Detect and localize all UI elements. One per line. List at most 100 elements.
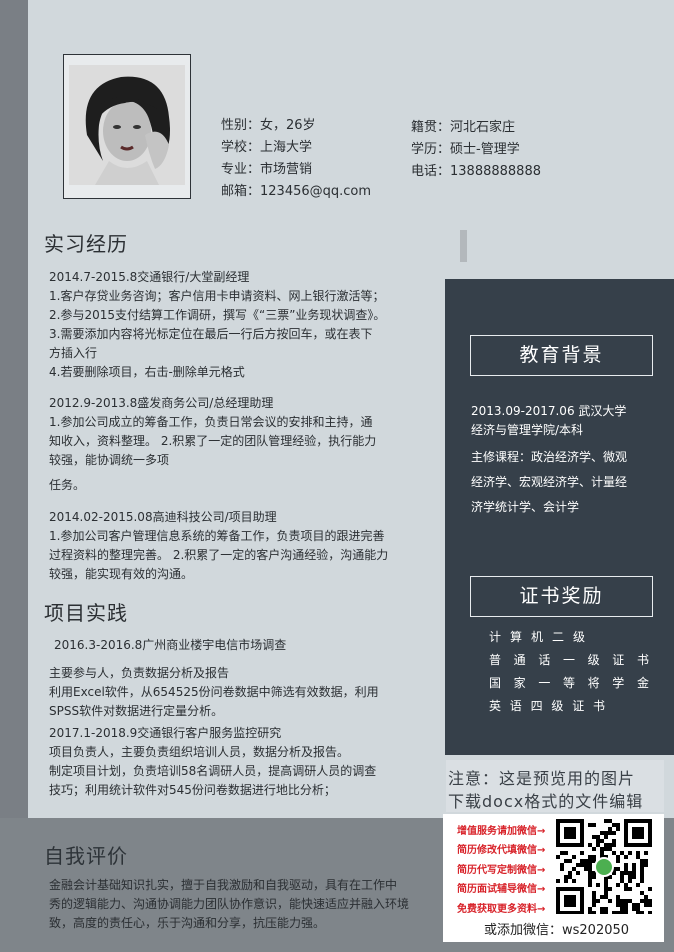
qr-module (604, 891, 608, 895)
qr-module (628, 875, 632, 879)
qr-module (612, 839, 616, 843)
qr-module (572, 855, 576, 859)
qr-module (596, 843, 600, 847)
entry-line: 方插入行 (49, 346, 98, 360)
qr-module (588, 907, 592, 911)
promo-item[interactable]: 简历代写定制微信→ (457, 861, 545, 876)
qr-module (556, 855, 560, 859)
qr-module (576, 871, 580, 875)
qr-module (640, 899, 644, 903)
self-eval-line: 金融会计基础知识扎实，擅于自我激励和自我驱动，具有在工作中 (49, 878, 398, 892)
certificate-item: 国家一等将学金 (489, 676, 649, 690)
qr-module (588, 883, 592, 887)
certificates-title: 证书奖励 (470, 576, 653, 617)
qr-module (644, 863, 648, 867)
qr-module (584, 867, 588, 871)
certificates-list: 计算机二级 普通话一级证书 国家一等将学金 英语四级证书 (489, 626, 649, 718)
internship-entry-1: 2014.7-2015.8交通银行/大堂副经理 1.客户存贷业务咨询；客户信用卡… (49, 268, 433, 382)
qr-module (620, 851, 624, 855)
entry-line: 3.需要添加内容将光标定位在最后一行后方按回车，或在表下 (49, 327, 373, 341)
qr-module (628, 879, 632, 883)
qr-module (600, 831, 604, 835)
qr-module (644, 859, 648, 863)
qr-module (600, 847, 604, 851)
qr-code-image (556, 819, 652, 915)
major: 专业：市场营销 (221, 162, 313, 177)
profile-photo (69, 65, 185, 185)
entry-line: 1.参加公司客户管理信息系统的筹备工作，负责项目的跟进完善 (49, 529, 385, 543)
qr-module (580, 851, 584, 855)
qr-module (572, 879, 576, 883)
qr-module (620, 875, 624, 879)
qr-module (592, 847, 596, 851)
qr-module (604, 879, 608, 883)
qr-module (604, 847, 608, 851)
qr-module (612, 823, 616, 827)
qr-module (640, 863, 644, 867)
email: 邮箱：123456@qq.com (221, 184, 372, 199)
qr-module (596, 839, 600, 843)
qr-module (612, 831, 616, 835)
preview-notice-line-1: 注意：这是预览用的图片 (448, 769, 636, 788)
qr-module (564, 851, 568, 855)
promo-item[interactable]: 简历面试辅导微信→ (457, 880, 545, 895)
accent-bar (460, 230, 467, 262)
school: 学校：上海大学 (221, 140, 313, 155)
qr-module (564, 875, 568, 879)
promo-item[interactable]: 免费获取更多资料→ (457, 900, 545, 915)
qr-finder (564, 895, 576, 907)
certificate-item: 计算机二级 (489, 630, 585, 644)
qr-module (608, 899, 612, 903)
qr-module (628, 871, 632, 875)
qr-module (616, 827, 620, 831)
qr-module (632, 875, 636, 879)
qr-code (556, 819, 652, 915)
qr-module (616, 883, 620, 887)
qr-module (596, 883, 600, 887)
qr-module (624, 871, 628, 875)
qr-module (644, 895, 648, 899)
self-eval-body: 金融会计基础知识扎实，擅于自我激励和自我驱动，具有在工作中 秀的逻辑能力、沟通协… (49, 876, 469, 933)
qr-module (616, 855, 620, 859)
promo-item[interactable]: 简历修改代填微信→ (457, 841, 545, 856)
qr-module (612, 851, 616, 855)
entry-line: 主要参与人，负责数据分析及报告 (49, 666, 230, 680)
qr-module (588, 855, 592, 859)
qr-module (640, 871, 644, 875)
qr-module (576, 863, 580, 867)
qr-module (604, 907, 608, 911)
qr-module (560, 867, 564, 871)
qr-module (592, 899, 596, 903)
qr-module (628, 899, 632, 903)
qr-module (592, 903, 596, 907)
qr-module (604, 843, 608, 847)
qr-module (592, 875, 596, 879)
qr-module (624, 855, 628, 859)
personal-info-left: 性别：女，26岁 学校：上海大学 专业：市场营销 邮箱：123456@qq.co… (221, 115, 371, 203)
profile-photo-illustration (69, 65, 185, 185)
qr-module (604, 887, 608, 891)
entry-line: 1.参加公司成立的筹备工作，负责日常会议的安排和主持，通 (49, 415, 373, 429)
internship-entry-3: 2014.02-2015.08高迪科技公司/项目助理 1.参加公司客户管理信息系… (49, 508, 433, 584)
qr-module (556, 879, 560, 883)
self-eval-line: 致，高度的责任心，乐于沟通和分享，抗压能力强。 (49, 916, 326, 930)
qr-module (636, 851, 640, 855)
qr-module (636, 883, 640, 887)
entry-line: 利用Excel软件，从654525份问卷数据中筛选有效数据，利用 (49, 685, 379, 699)
qr-module (648, 887, 652, 891)
entry-line: 技巧；利用统计软件对545份问卷数据进行地比分析； (49, 783, 336, 797)
left-band (0, 0, 28, 952)
project-entry-1-header: 2016.3-2016.8广州商业楼宇电信市场调查 (54, 636, 438, 655)
education-course-line: 主修课程：政治经济学、微观 (471, 450, 628, 464)
qr-module (616, 823, 620, 827)
qr-module (600, 851, 604, 855)
qr-module (588, 843, 592, 847)
qr-module (640, 891, 644, 895)
entry-header: 2012.9-2013.8盛发商务公司/总经理助理 (49, 396, 274, 410)
qr-module (568, 875, 572, 879)
qr-module (636, 903, 640, 907)
wechat-id: 或添加微信：ws202050 (484, 923, 630, 938)
qr-module (592, 895, 596, 899)
qr-module (568, 859, 572, 863)
promo-item[interactable]: 增值服务请加微信→ (457, 822, 545, 837)
